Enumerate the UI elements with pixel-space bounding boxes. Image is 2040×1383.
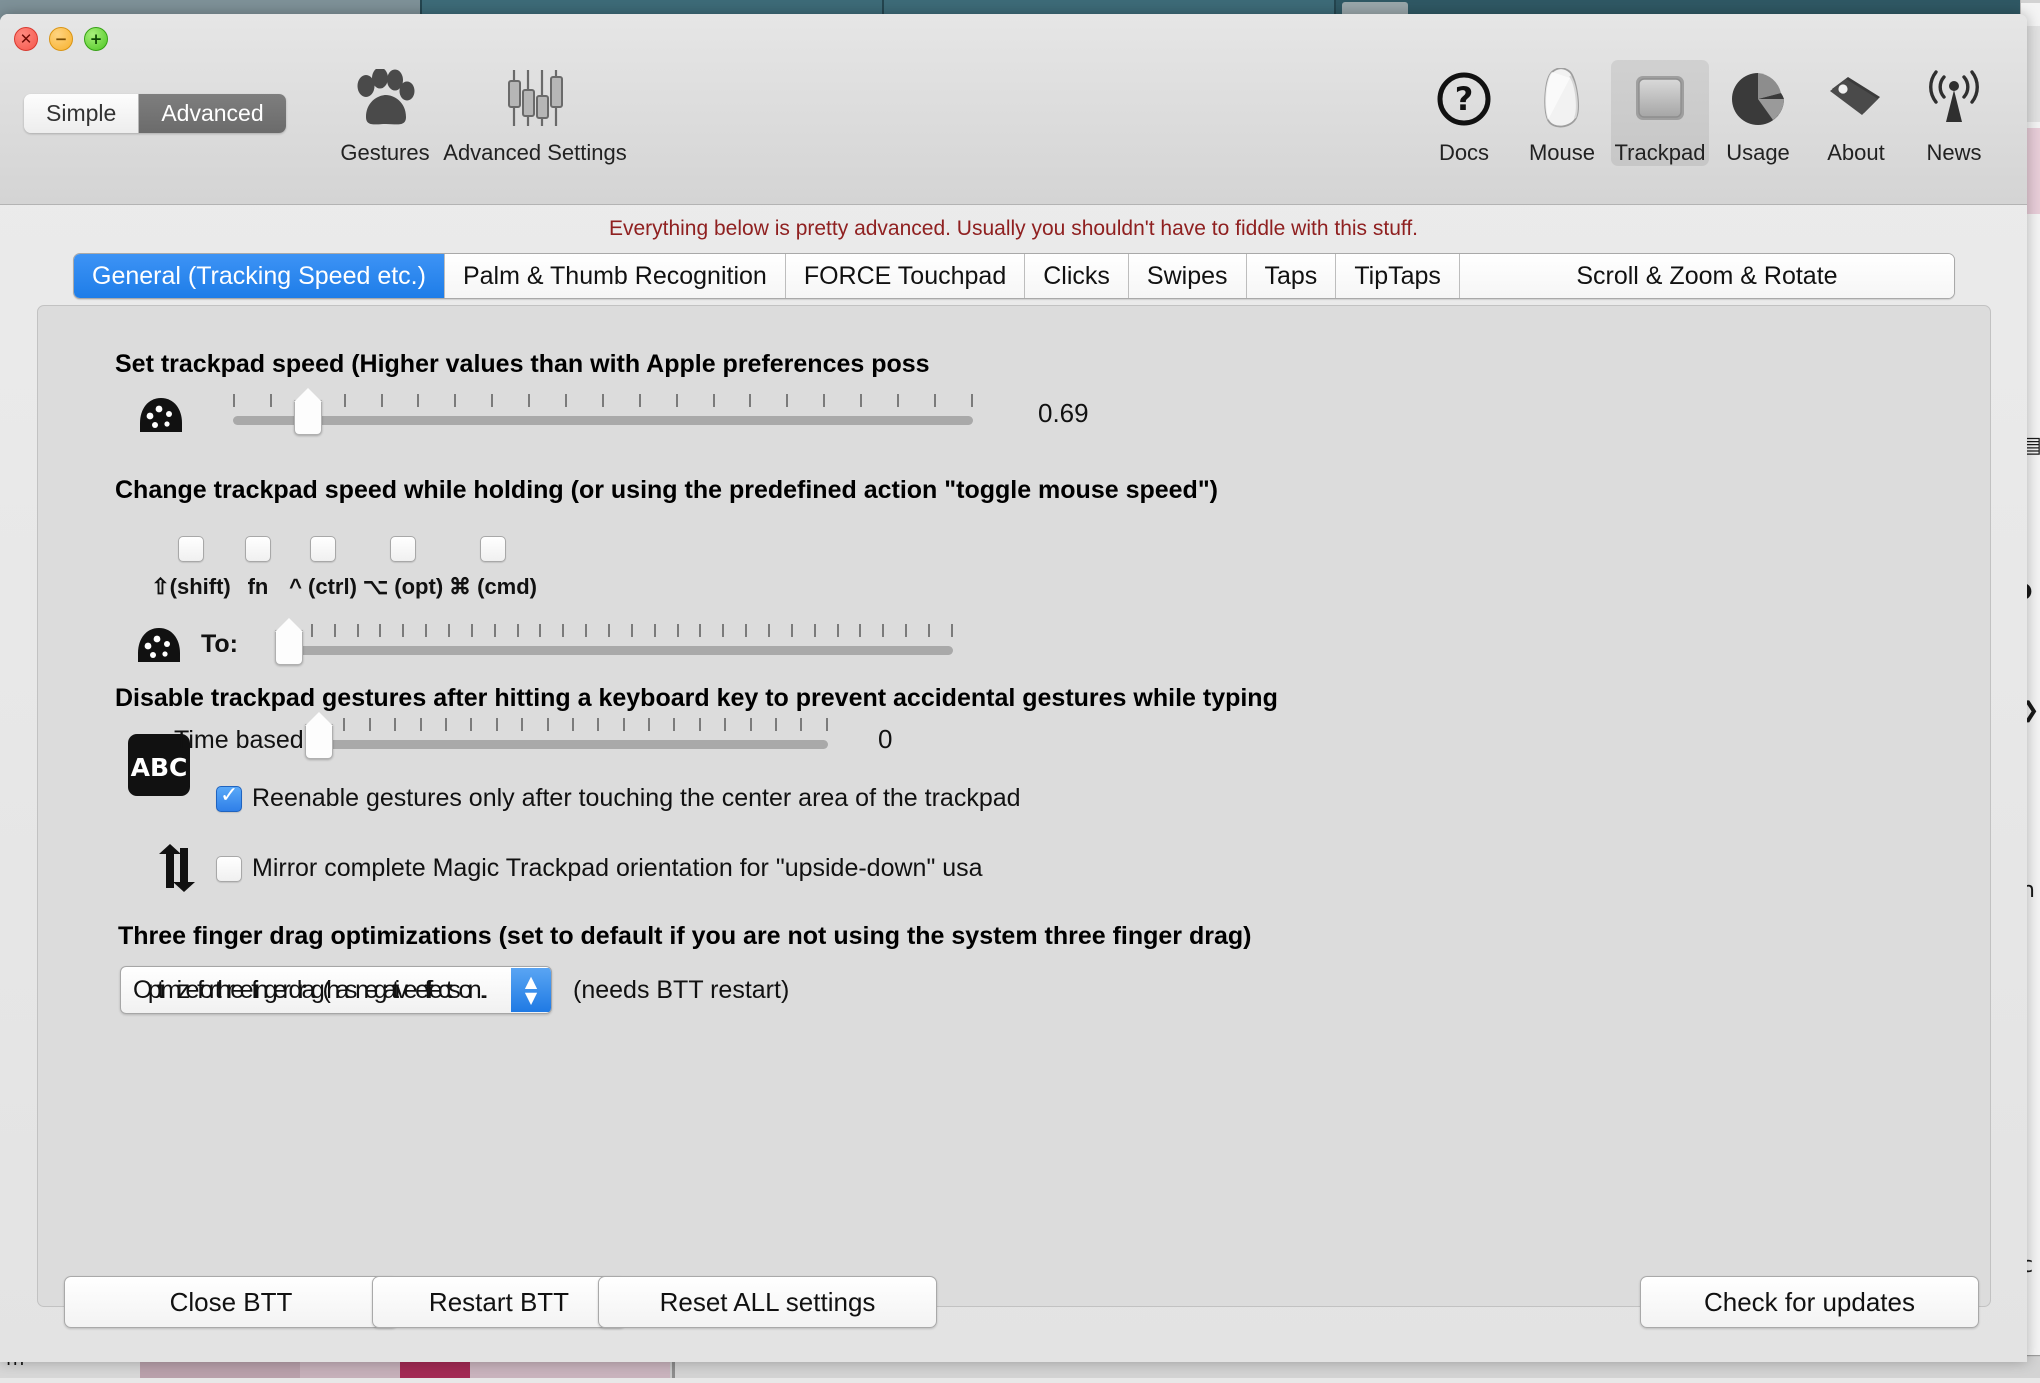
tab-force-touchpad[interactable]: FORCE Touchpad [786,254,1025,298]
toolbar-item-trackpad[interactable]: Trackpad [1611,60,1709,166]
tab-taps[interactable]: Taps [1247,254,1337,298]
toolbar-item-gestures[interactable]: Gestures [310,60,460,166]
three-finger-drag-select[interactable]: Optimize for three finger drag (has nega… [120,966,552,1014]
toolbar-item-label: Mouse [1529,140,1595,166]
restart-btt-button[interactable]: Restart BTT [372,1276,626,1328]
slider-track[interactable] [288,646,953,655]
toolbar-item-label: Usage [1726,140,1790,166]
maximize-window-button[interactable]: + [84,27,108,51]
mirror-orientation-checkbox[interactable] [216,856,242,882]
three-finger-drag-note: (needs BTT restart) [573,976,789,1005]
close-btt-button[interactable]: Close BTT [64,1276,398,1328]
toolbar-item-label: Advanced Settings [443,140,626,166]
background-divider [2021,2,2040,3]
reenable-gestures-label: Reenable gestures only after touching th… [252,784,1021,813]
slider-thumb[interactable] [275,630,303,665]
time-based-label: Time based: [174,726,311,755]
tab-general[interactable]: General (Tracking Speed etc.) [74,254,445,298]
btt-main-window: ✕ − + Simple Advanced Gestur [0,14,2027,1362]
to-label: To: [201,630,238,659]
toolbar-item-advanced-settings[interactable]: Advanced Settings [460,60,610,166]
slider-ticks [318,718,828,732]
svg-text:ABC: ABC [131,753,188,782]
toolbar-item-news[interactable]: News [1905,60,2003,166]
slider-track[interactable] [233,416,973,425]
paw-icon [352,60,418,138]
bottom-button-bar: Close BTT Restart BTT Reset ALL settings… [0,1258,2027,1362]
modifier-ctrl-label: ^ (ctrl) [278,574,368,600]
modifier-ctrl[interactable]: ^ (ctrl) [278,536,368,600]
reenable-gestures-row[interactable]: Reenable gestures only after touching th… [216,784,1021,813]
slider-track[interactable] [318,740,828,749]
slider-ticks [288,624,953,638]
chevron-up-down-icon[interactable]: ▲▼ [511,968,551,1012]
slider-ticks [233,394,973,408]
toolbar-item-docs[interactable]: ? Docs [1415,60,1513,166]
toolbar-item-about[interactable]: About [1807,60,1905,166]
modifier-cmd[interactable]: ⌘ (cmd) [448,536,538,600]
speedometer-icon [136,626,182,671]
minimize-window-button[interactable]: − [49,27,73,51]
mouse-icon [1540,60,1584,138]
tab-palm-thumb-recognition[interactable]: Palm & Thumb Recognition [445,254,786,298]
tab-tiptaps[interactable]: TipTaps [1336,254,1460,298]
speedometer-icon [138,396,184,441]
time-based-value: 0 [878,724,892,755]
traffic-light-controls: ✕ − + [14,27,108,51]
modifier-shift-checkbox[interactable] [178,536,204,562]
disable-gestures-heading: Disable trackpad gestures after hitting … [115,684,1278,713]
toolbar-item-label: Gestures [340,140,429,166]
toolbar-item-label: News [1926,140,1981,166]
hold-speed-heading: Change trackpad speed while holding (or … [115,476,1218,505]
three-finger-drag-heading: Three finger drag optimizations (set to … [118,922,1251,951]
pie-chart-icon [1729,60,1787,138]
modifier-cmd-label: ⌘ (cmd) [448,574,538,600]
settings-tab-bar[interactable]: General (Tracking Speed etc.) Palm & Thu… [73,253,1955,299]
modifier-fn-checkbox[interactable] [245,536,271,562]
toolbar-right-group: ? Docs Mouse [1415,60,2003,166]
reset-all-settings-button[interactable]: Reset ALL settings [598,1276,937,1328]
sliders-icon [505,60,565,138]
window-toolbar: ✕ − + Simple Advanced Gestur [0,14,2027,205]
broadcast-icon [1924,60,1984,138]
tag-icon [1826,60,1886,138]
trackpad-speed-value: 0.69 [1038,398,1089,429]
toolbar-item-label: Trackpad [1615,140,1706,166]
modifier-ctrl-checkbox[interactable] [310,536,336,562]
three-finger-drag-select-value: Optimize for three finger drag (has nega… [121,976,511,1005]
toolbar-item-label: Docs [1439,140,1489,166]
toolbar-item-usage[interactable]: Usage [1709,60,1807,166]
question-circle-icon: ? [1435,60,1493,138]
tab-scroll-zoom-rotate[interactable]: Scroll & Zoom & Rotate [1460,254,1954,298]
toolbar-left-group: Gestures [310,60,610,166]
slider-thumb[interactable] [305,724,333,759]
close-window-button[interactable]: ✕ [14,27,38,51]
tab-swipes[interactable]: Swipes [1129,254,1247,298]
toolbar-item-mouse[interactable]: Mouse [1513,60,1611,166]
slider-thumb[interactable] [294,400,322,435]
mirror-orientation-row[interactable]: Mirror complete Magic Trackpad orientati… [216,854,983,883]
svg-text:?: ? [1455,80,1474,118]
modifier-opt-label: ⌥ (opt) [358,574,448,600]
mirror-orientation-label: Mirror complete Magic Trackpad orientati… [252,854,983,883]
advanced-warning-text: Everything below is pretty advanced. Usu… [0,217,2027,241]
modifier-opt-checkbox[interactable] [390,536,416,562]
modifier-cmd-checkbox[interactable] [480,536,506,562]
toolbar-item-label: About [1827,140,1885,166]
tab-clicks[interactable]: Clicks [1025,254,1129,298]
segment-advanced[interactable]: Advanced [139,94,285,133]
trackpad-icon [1631,60,1689,138]
segment-simple[interactable]: Simple [24,94,139,133]
mode-segmented-control[interactable]: Simple Advanced [24,94,286,133]
flip-vertical-icon [156,844,198,897]
trackpad-speed-heading: Set trackpad speed (Higher values than w… [115,350,930,379]
check-for-updates-button[interactable]: Check for updates [1640,1276,1979,1328]
content-area: Everything below is pretty advanced. Usu… [0,205,2027,1362]
reenable-gestures-checkbox[interactable] [216,786,242,812]
settings-panel: Set trackpad speed (Higher values than w… [37,305,1991,1307]
modifier-opt[interactable]: ⌥ (opt) [358,536,448,600]
